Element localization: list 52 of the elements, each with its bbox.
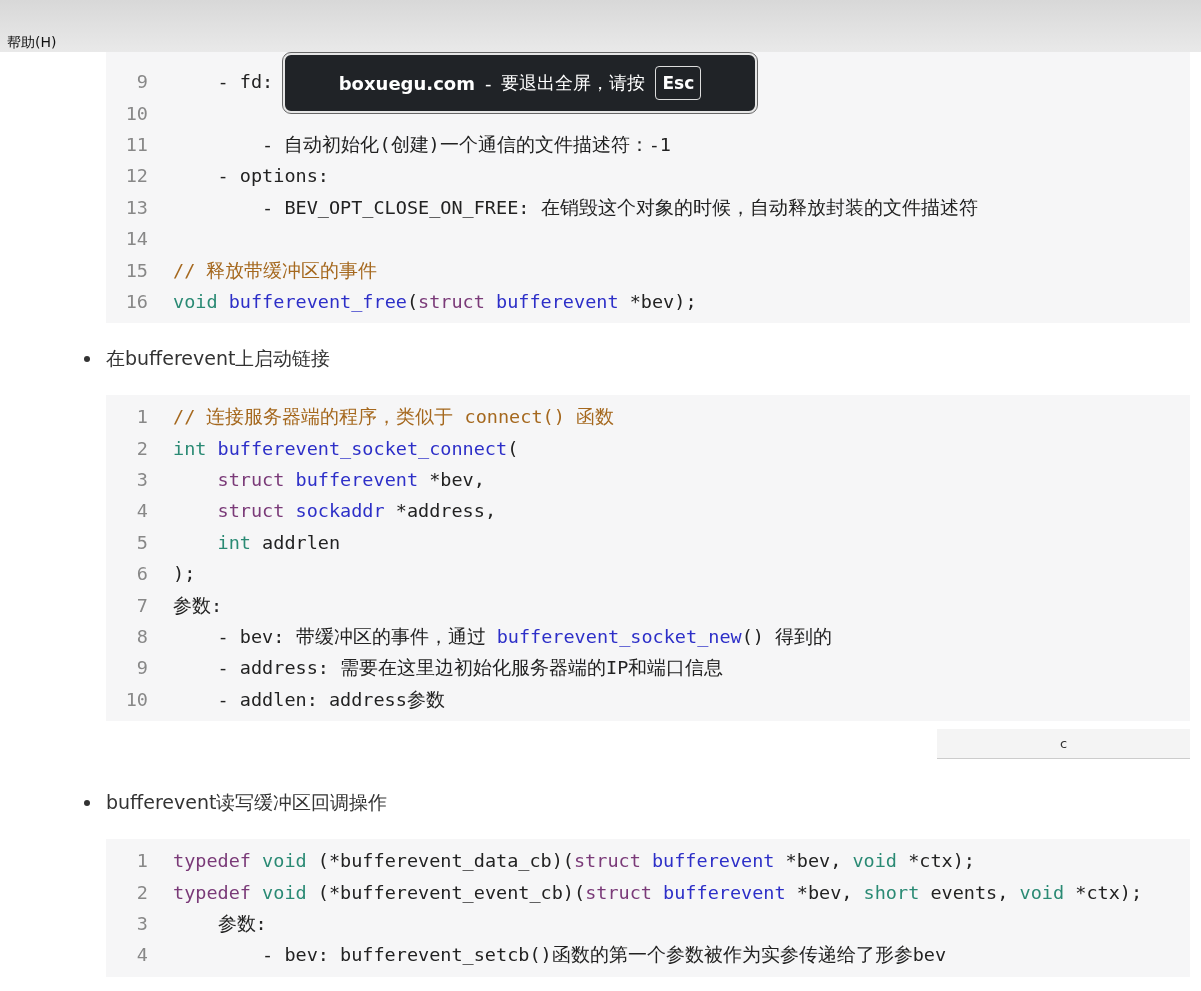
esc-key: Esc (655, 66, 702, 100)
code-line: int bufferevent_socket_connect( (173, 437, 519, 459)
notice-separator: - (484, 72, 492, 94)
line-number: 2 (135, 437, 148, 459)
code-line: - address: 需要在这里边初始化服务器端的IP和端口信息 (216, 656, 724, 681)
bullet-icon (84, 356, 90, 363)
line-number: 4 (135, 944, 148, 966)
code-line: typedef void (*bufferevent_event_cb)(struct bufferevent *bev, short events, void *ctx); (173, 881, 1143, 903)
line-number: 15 (124, 259, 148, 281)
code-line: // 释放带缓冲区的事件 (173, 258, 378, 283)
code-line: - bev: 带缓冲区的事件，通过 bufferevent_socket_new() 得到的 (216, 625, 833, 650)
code-line: struct sockaddr *address, (216, 500, 497, 522)
code-line: - bev: bufferevent_setcb()函数的第一个参数被作为实参传递给了形参bev (261, 943, 947, 968)
code-line: 参数: (216, 912, 267, 936)
line-number: 1 (135, 850, 148, 872)
list-item-text: 在bufferevent上启动链接 (106, 346, 331, 372)
list-item-text: bufferevent读写缓冲区回调操作 (106, 790, 388, 816)
notice-message: 要退出全屏，请按 (501, 71, 646, 95)
line-number: 8 (135, 626, 148, 648)
line-number: 16 (124, 290, 148, 312)
code-line: - BEV_OPT_CLOSE_ON_FREE: 在销毁这个对象的时候，自动释放封装的文件描述符 (261, 195, 978, 220)
code-language-button[interactable]: c (937, 729, 1190, 760)
line-number: 14 (124, 228, 148, 250)
code-line: struct bufferevent *bev, (216, 469, 485, 491)
line-number: 11 (124, 133, 148, 155)
bullet-icon (84, 800, 90, 807)
line-number: 2 (135, 881, 148, 903)
code-line: void bufferevent_free(struct bufferevent *bev); (173, 290, 697, 312)
code-line: ); (173, 563, 196, 585)
line-number: 10 (124, 102, 148, 124)
line-number: 7 (135, 594, 148, 616)
code-line: - options: (216, 165, 329, 187)
code-line: - addlen: address参数 (216, 687, 445, 712)
line-number: 12 (124, 165, 148, 187)
line-number: 4 (135, 500, 148, 522)
code-line: - fd: (216, 71, 274, 93)
line-number: 1 (135, 406, 148, 428)
line-number: 3 (135, 469, 148, 491)
menu-item[interactable]: 帮助(H) (7, 33, 57, 51)
code-line: 参数: (173, 593, 223, 618)
line-number: 9 (135, 71, 148, 93)
code-line: - 自动初始化(创建)一个通信的文件描述符：-1 (261, 132, 671, 157)
code-line: int addrlen (216, 531, 341, 553)
line-number: 5 (135, 531, 148, 553)
line-number: 6 (135, 563, 148, 585)
line-number: 13 (124, 196, 148, 218)
line-number: 10 (124, 688, 148, 710)
line-number: 3 (135, 913, 148, 934)
notice-site: boxuegu.com (338, 72, 475, 94)
code-line: // 连接服务器端的程序，类似于 connect() 函数 (173, 405, 614, 430)
code-line: typedef void (*bufferevent_data_cb)(struct bufferevent *bev, void *ctx); (173, 850, 975, 872)
line-number: 9 (135, 657, 148, 679)
